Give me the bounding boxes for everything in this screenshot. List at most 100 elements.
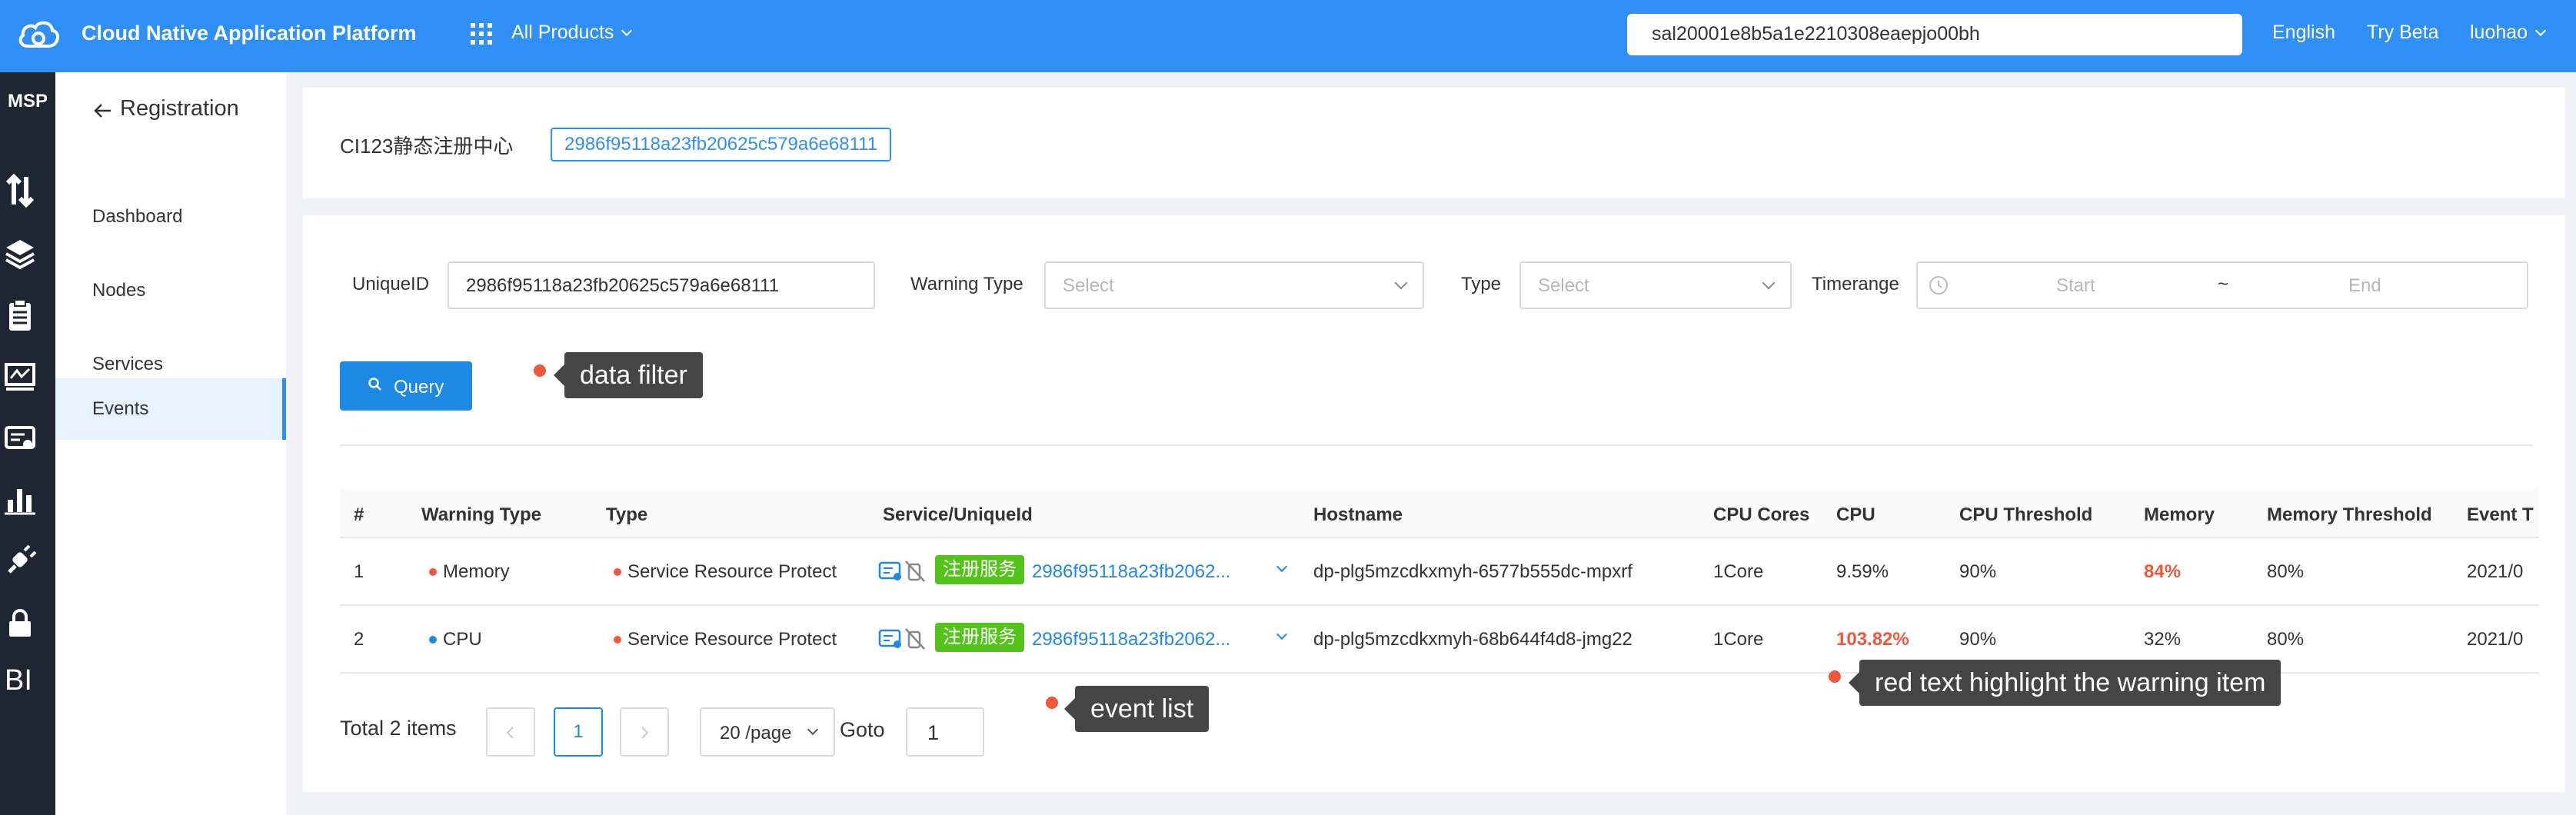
goto-label: Goto	[840, 718, 885, 741]
monitor-icon[interactable]	[3, 360, 37, 394]
registry-id-tag: 2986f95118a23fb20625c579a6e68111	[551, 128, 892, 161]
layers-icon[interactable]	[3, 237, 37, 271]
annotation-marker	[1829, 670, 1841, 683]
column-header: Warning Type	[421, 504, 541, 525]
subnav-item-events[interactable]: Events	[55, 378, 286, 440]
chevron-down-icon	[2535, 25, 2547, 37]
chevron-down-icon[interactable]	[1276, 628, 1288, 640]
events-table-header: # Warning Type Type Service/UniqueId Hos…	[340, 489, 2539, 538]
subnav-item-dashboard[interactable]: Dashboard	[55, 186, 286, 248]
page-size-select[interactable]: 20 /page	[700, 707, 835, 757]
status-dot	[429, 636, 437, 644]
lock-icon[interactable]	[3, 606, 37, 640]
timerange-picker[interactable]: Start ~ End	[1916, 261, 2528, 309]
cpu-cores-cell: 1Core	[1713, 629, 1764, 650]
cpu-cores-cell: 1Core	[1713, 561, 1764, 582]
column-header: Type	[606, 504, 648, 525]
table-row[interactable]: 1 Memory Service Resource Protect 注册服务 2…	[340, 538, 2539, 606]
transfer-icon[interactable]	[3, 174, 37, 208]
type-text: Service Resource Protect	[627, 561, 837, 582]
registry-header-card: CI123静态注册中心 2986f95118a23fb20625c579a6e6…	[303, 88, 2565, 198]
apps-grid-icon[interactable]	[471, 23, 492, 45]
top-navigation-bar: Cloud Native Application Platform All Pr…	[0, 0, 2576, 72]
user-name: luohao	[2470, 22, 2528, 43]
chevron-down-icon	[807, 724, 819, 736]
cpu-threshold-cell: 90%	[1959, 561, 1997, 582]
column-header: Memory Threshold	[2267, 504, 2432, 525]
next-page-button[interactable]	[620, 707, 669, 757]
status-dot	[614, 568, 621, 576]
prev-page-button[interactable]	[486, 707, 535, 757]
subnav-item-nodes[interactable]: Nodes	[55, 260, 286, 321]
cpu-threshold-cell: 90%	[1959, 629, 1997, 650]
bi-nav-item[interactable]: BI	[0, 664, 37, 697]
service-tag: 注册服务	[935, 623, 1024, 652]
column-header: Hostname	[1313, 504, 1403, 525]
service-unique-id-link[interactable]: 2986f95118a23fb2062...	[1032, 561, 1230, 583]
bar-chart-icon[interactable]	[3, 483, 37, 517]
column-header: CPU Threshold	[1959, 504, 2093, 525]
cpu-cell: 103.82%	[1836, 629, 1909, 650]
column-header: #	[354, 504, 364, 525]
type-placeholder: Select	[1538, 275, 1589, 296]
service-tag: 注册服务	[935, 555, 1024, 584]
warning-type-label: Warning Type	[910, 274, 1023, 294]
event-time-cell: 2021/0	[2467, 561, 2524, 582]
query-button[interactable]: Query	[340, 361, 472, 411]
rail-title: MSP	[7, 91, 48, 111]
type-text: Service Resource Protect	[627, 629, 837, 650]
goto-page-input[interactable]: 1	[906, 707, 984, 757]
service-unique-id-link[interactable]: 2986f95118a23fb2062...	[1032, 629, 1230, 650]
registry-name: CI123静态注册中心	[340, 135, 514, 158]
warning-type-cell: Memory	[429, 561, 510, 583]
warning-type-select[interactable]: Select	[1044, 261, 1424, 309]
status-dot	[614, 636, 621, 644]
warning-type-cell: CPU	[429, 629, 482, 650]
warning-type-text: Memory	[443, 561, 510, 582]
all-products-label: All Products	[511, 22, 614, 43]
registration-subnav: Registration Dashboard Nodes Services Ev…	[55, 72, 286, 815]
end-date-placeholder: End	[2348, 275, 2381, 296]
language-switch[interactable]: English	[2272, 22, 2335, 44]
chevron-right-icon	[641, 727, 649, 739]
product-icon-rail: MSP BI	[0, 72, 55, 815]
chevron-down-icon[interactable]	[1276, 561, 1288, 573]
plug-icon[interactable]	[3, 544, 37, 578]
chevron-down-icon	[1394, 276, 1408, 290]
arrow-left-icon[interactable]	[94, 103, 112, 118]
service-status-icons	[878, 561, 925, 582]
type-cell: Service Resource Protect	[614, 561, 837, 583]
back-to-registration[interactable]: Registration	[120, 96, 239, 121]
unique-id-input[interactable]: 2986f95118a23fb20625c579a6e68111	[448, 261, 875, 309]
annotation-data-filter: data filter	[554, 352, 703, 398]
event-time-cell: 2021/0	[2467, 629, 2524, 650]
clipboard-icon[interactable]	[3, 298, 37, 332]
column-header: CPU	[1836, 504, 1875, 525]
chevron-left-icon	[506, 727, 514, 739]
type-cell: Service Resource Protect	[614, 629, 837, 650]
page-number-button[interactable]: 1	[554, 707, 603, 757]
certificate-icon[interactable]	[3, 421, 37, 455]
all-products-menu[interactable]: All Products	[511, 22, 633, 44]
page-size-value: 20 /page	[720, 723, 792, 743]
try-beta-link[interactable]: Try Beta	[2367, 22, 2439, 44]
cloud-logo-icon[interactable]	[15, 15, 62, 54]
user-menu[interactable]: luohao	[2470, 22, 2547, 44]
global-search-input[interactable]: sal20001e8b5a1e2210308eaepjo00bh	[1627, 14, 2242, 55]
hostname-cell: dp-plg5mzcdkxmyh-6577b555dc-mpxrf	[1313, 561, 1632, 582]
annotation-event-list: event list	[1063, 686, 1210, 732]
chevron-down-icon	[621, 25, 633, 37]
type-select[interactable]: Select	[1519, 261, 1792, 309]
column-header: Service/UniqueId	[883, 504, 1033, 525]
column-header: CPU Cores	[1713, 504, 1810, 525]
memory-cell: 84%	[2144, 561, 2182, 582]
query-label: Query	[394, 377, 444, 398]
warning-type-placeholder: Select	[1063, 275, 1114, 296]
annotation-marker	[534, 364, 546, 377]
cpu-cell: 9.59%	[1836, 561, 1889, 582]
timerange-label: Timerange	[1812, 274, 1899, 294]
unique-id-label: UniqueID	[352, 274, 430, 294]
annotation-red-highlight: red text highlight the warning item	[1848, 660, 2281, 706]
divider	[340, 444, 2533, 446]
events-card: UniqueID 2986f95118a23fb20625c579a6e6811…	[303, 215, 2565, 792]
